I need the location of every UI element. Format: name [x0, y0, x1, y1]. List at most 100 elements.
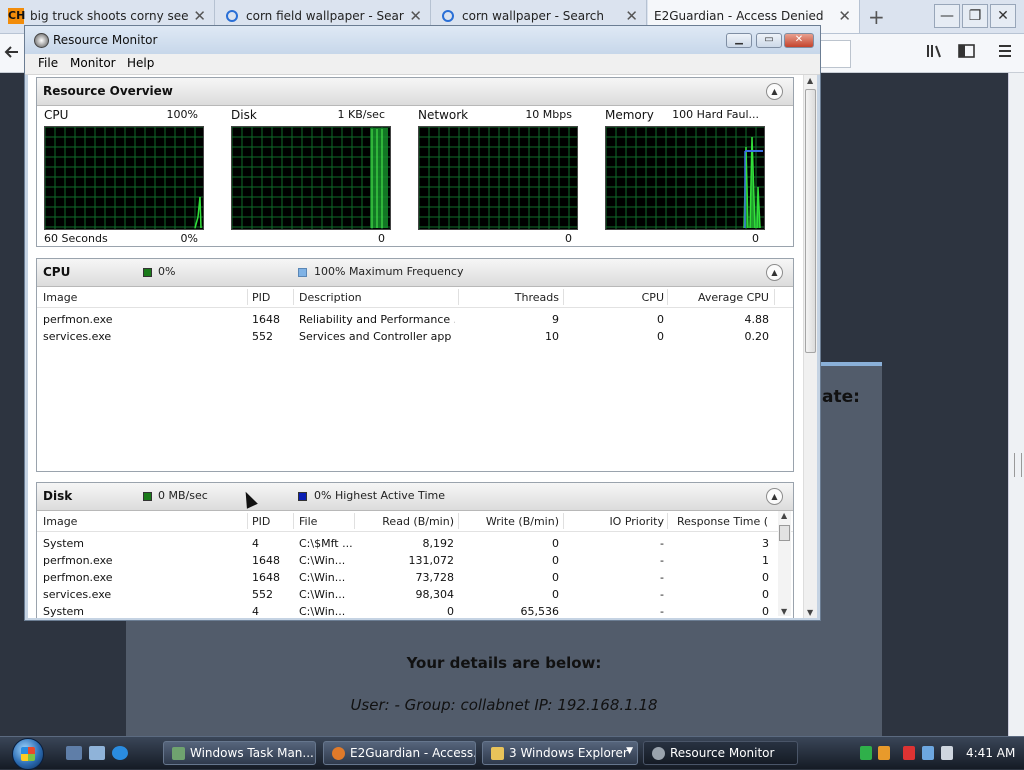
cell-image: services.exe	[43, 588, 112, 601]
scrollbar-thumb[interactable]	[1014, 453, 1022, 477]
tab-label: corn field wallpaper - Search	[246, 9, 404, 23]
column-header[interactable]: File	[299, 515, 317, 528]
collapse-icon[interactable]: ▲	[766, 264, 783, 281]
cell-cpu: 0	[657, 313, 664, 326]
collapse-icon[interactable]: ▲	[766, 83, 783, 100]
menu-help[interactable]: Help	[127, 56, 154, 70]
menu-file[interactable]: File	[38, 56, 58, 70]
memory-graph-canvas	[605, 126, 765, 230]
table-row[interactable]: System 4 C:\Win... 0 65,536 - 0	[37, 603, 793, 618]
cell-write: 65,536	[520, 605, 560, 618]
partial-heading: ate:	[822, 387, 860, 407]
window-scrollbar[interactable]: ▲ ▼	[803, 75, 817, 618]
cell-write: 0	[552, 554, 559, 567]
cell-average-cpu: 0.20	[744, 330, 770, 343]
column-header[interactable]: Image	[43, 291, 77, 304]
clock[interactable]: 4:41 AM	[966, 746, 1015, 760]
column-header[interactable]: Write (B/min)	[462, 515, 559, 528]
table-row[interactable]: perfmon.exe 1648 C:\Win... 131,072 0 - 1	[37, 552, 793, 569]
scrollbar-thumb[interactable]	[779, 525, 790, 541]
show-desktop-icon[interactable]	[66, 746, 82, 760]
close-tab-icon[interactable]: ✕	[409, 7, 422, 25]
volume-icon[interactable]	[941, 746, 953, 760]
column-header[interactable]: Read (B/min)	[358, 515, 454, 528]
menu-icon[interactable]	[997, 43, 1013, 63]
close-tab-icon[interactable]: ✕	[625, 7, 638, 25]
cell-image: perfmon.exe	[43, 313, 113, 326]
cell-file: C:\Win...	[299, 605, 346, 618]
cell-image: perfmon.exe	[43, 571, 113, 584]
security-shield-icon[interactable]	[878, 746, 890, 760]
close-button[interactable]: ✕	[990, 4, 1016, 28]
active-time-legend-swatch	[298, 492, 307, 501]
column-header[interactable]: CPU	[567, 291, 664, 304]
tray-green-icon[interactable]	[860, 746, 872, 760]
library-icon[interactable]	[926, 43, 944, 63]
title-bar[interactable]: Resource Monitor ▁ ▭ ✕	[25, 26, 820, 54]
cell-io-priority: -	[660, 537, 664, 550]
column-header[interactable]: Response Time (...	[677, 515, 769, 528]
page-scrollbar[interactable]	[1008, 73, 1024, 736]
taskbar-button-active[interactable]: Resource Monitor	[643, 741, 798, 765]
table-row[interactable]: System 4 C:\$Mft ... 8,192 0 - 3	[37, 535, 793, 552]
column-header[interactable]: Image	[43, 515, 77, 528]
collapse-icon[interactable]: ▲	[766, 488, 783, 505]
column-header[interactable]: PID	[252, 515, 270, 528]
cell-file: C:\Win...	[299, 571, 346, 584]
panel-header[interactable]: Disk 0 MB/sec 0% Highest Active Time ▲	[37, 483, 793, 511]
table-row[interactable]: services.exe 552 C:\Win... 98,304 0 - 0	[37, 586, 793, 603]
cell-file: C:\Win...	[299, 554, 346, 567]
graph-current-value: 0	[378, 232, 385, 245]
cell-response-time: 0	[762, 605, 769, 618]
cell-write: 0	[552, 571, 559, 584]
cell-response-time: 0	[762, 571, 769, 584]
new-tab-button[interactable]: +	[868, 5, 885, 29]
cell-io-priority: -	[660, 554, 664, 567]
graph-name: Memory	[605, 108, 654, 122]
internet-explorer-icon[interactable]	[112, 746, 128, 760]
details-heading: Your details are below:	[406, 654, 602, 672]
minimize-button[interactable]: —	[934, 4, 960, 28]
panel-header[interactable]: Resource Overview ▲	[37, 78, 793, 106]
cell-read: 8,192	[422, 537, 455, 550]
table-row[interactable]: perfmon.exe 1648 C:\Win... 73,728 0 - 0	[37, 569, 793, 586]
column-header[interactable]: IO Priority	[567, 515, 664, 528]
scrollbar-thumb[interactable]	[805, 89, 816, 353]
taskbar-button[interactable]: E2Guardian - Access...	[323, 741, 476, 765]
cell-io-priority: -	[660, 588, 664, 601]
switch-windows-icon[interactable]	[89, 746, 105, 760]
column-header[interactable]: Average CPU	[671, 291, 769, 304]
taskbar-button[interactable]: 3 Windows Explorer ▼	[482, 741, 638, 765]
table-row[interactable]: services.exe 552 Services and Controller…	[37, 328, 793, 345]
close-tab-icon[interactable]: ✕	[193, 7, 206, 25]
restore-button[interactable]: ❐	[962, 4, 988, 28]
cpu-panel: CPU 0% 100% Maximum Frequency ▲ Image PI…	[36, 258, 794, 472]
sidebar-icon[interactable]	[958, 43, 976, 63]
menu-monitor[interactable]: Monitor	[70, 56, 116, 70]
cell-threads: 9	[552, 313, 559, 326]
group-dropdown-icon[interactable]: ▼	[626, 746, 633, 756]
close-tab-icon[interactable]: ✕	[838, 7, 851, 25]
start-button[interactable]	[12, 738, 44, 770]
windows-logo-icon	[21, 747, 35, 761]
column-header[interactable]: PID	[252, 291, 270, 304]
minimize-button[interactable]: ▁	[726, 33, 752, 48]
close-button[interactable]: ✕	[784, 33, 814, 48]
disk-table-scrollbar[interactable]: ▲ ▼	[778, 511, 791, 616]
taskbar-button[interactable]: Windows Task Man...	[163, 741, 316, 765]
tray-alert-icon[interactable]	[903, 746, 915, 760]
disk-graph: Disk 1 KB/sec 0	[227, 108, 399, 245]
panel-header[interactable]: CPU 0% 100% Maximum Frequency ▲	[37, 259, 793, 287]
cell-description: Services and Controller app	[299, 330, 452, 343]
column-header[interactable]: Description	[299, 291, 362, 304]
column-header[interactable]: Threads	[462, 291, 559, 304]
back-arrow-icon[interactable]	[0, 38, 24, 66]
table-row[interactable]: perfmon.exe 1648 Reliability and Perform…	[37, 311, 793, 328]
cell-threads: 10	[545, 330, 559, 343]
network-icon[interactable]	[922, 746, 934, 760]
maximize-button[interactable]: ▭	[756, 33, 782, 48]
url-bar[interactable]	[820, 40, 851, 68]
cell-image: System	[43, 605, 85, 618]
tab-label: big truck shoots corny seeds	[30, 9, 188, 23]
cell-pid: 1648	[252, 554, 280, 567]
